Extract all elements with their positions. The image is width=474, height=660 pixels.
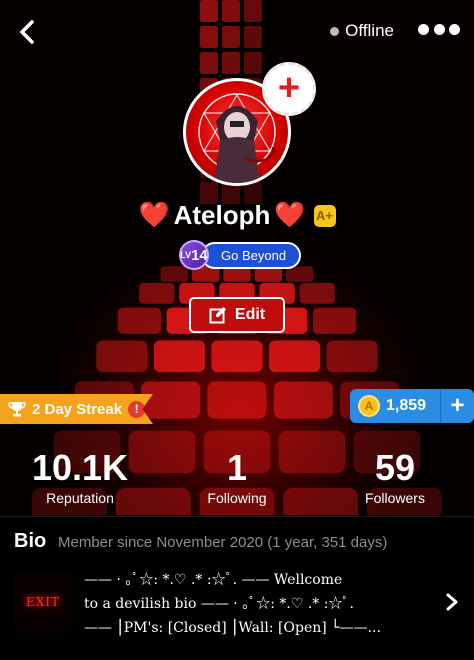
streak-label: 2 Day Streak <box>32 400 123 418</box>
level-pill[interactable]: LV 14 Go Beyond <box>179 240 302 270</box>
edit-label: Edit <box>234 306 266 323</box>
stat-label: Following <box>207 490 267 506</box>
add-coins-button[interactable]: + <box>440 389 474 423</box>
coins-amount-box: A 1,859 <box>350 389 440 423</box>
profile-stats: 10.1K Reputation 1 Following 59 Follower… <box>0 446 474 510</box>
coin-icon: A <box>358 395 380 417</box>
chevron-left-icon[interactable] <box>14 18 42 46</box>
status-label: Offline <box>345 21 394 40</box>
member-since: Member since November 2020 (1 year, 351 … <box>58 534 388 551</box>
trophy-icon <box>8 402 26 417</box>
bio-preview[interactable]: —— · ｡ﾟ☆: *.♡ .* :☆ﾟ. —— Wellcome to a d… <box>84 568 436 640</box>
title-badge[interactable]: A+ <box>313 204 336 227</box>
profile-name: Ateloph <box>173 200 271 230</box>
stat-value: 10.1K <box>31 447 129 488</box>
level-title: Go Beyond <box>201 241 302 269</box>
edit-profile-button[interactable]: Edit <box>189 297 285 333</box>
stat-followers[interactable]: 59 Followers <box>325 446 465 506</box>
stat-label: Reputation <box>46 490 114 506</box>
profile-name-row: ❤️ Ateloph ❤️ A+ <box>0 200 474 231</box>
stat-value: 59 <box>374 447 416 488</box>
heart-left: ❤️ <box>138 201 170 229</box>
level-number: 14 <box>191 246 208 264</box>
bio-heading: Bio <box>14 530 47 552</box>
level-badge: LV 14 <box>179 240 209 270</box>
status-dot <box>330 26 340 36</box>
bio-thumbnail[interactable]: EXIT <box>14 573 72 631</box>
stat-reputation[interactable]: 10.1K Reputation <box>10 446 150 506</box>
section-divider <box>0 516 474 517</box>
chevron-right-icon[interactable] <box>444 592 460 612</box>
stat-following[interactable]: 1 Following <box>167 446 307 506</box>
coins-widget[interactable]: A 1,859 + <box>350 389 474 423</box>
edit-icon <box>209 307 226 324</box>
stat-label: Followers <box>365 490 425 506</box>
streak-banner[interactable]: 2 Day Streak ! <box>0 394 153 424</box>
exit-sign-text: EXIT <box>25 595 61 609</box>
bio-line: —— · ｡ﾟ☆: *.♡ .* :☆ﾟ. —— Wellcome <box>84 572 343 588</box>
bio-line: —— ⎮PM's: [Closed] ⎮Wall: [Open] └——... <box>84 620 381 636</box>
plus-icon: + <box>277 66 301 109</box>
level-prefix: LV <box>180 250 192 260</box>
online-status: Offline <box>330 21 394 41</box>
heart-right: ❤️ <box>274 201 306 229</box>
more-dots-icon[interactable] <box>418 24 460 38</box>
add-frame-button[interactable]: + <box>262 62 316 116</box>
coins-amount: 1,859 <box>386 397 427 414</box>
bio-line: to a devilish bio —— · ｡ﾟ☆: *.♡ .* :☆ﾟ. <box>84 596 354 612</box>
stat-value: 1 <box>226 447 248 488</box>
